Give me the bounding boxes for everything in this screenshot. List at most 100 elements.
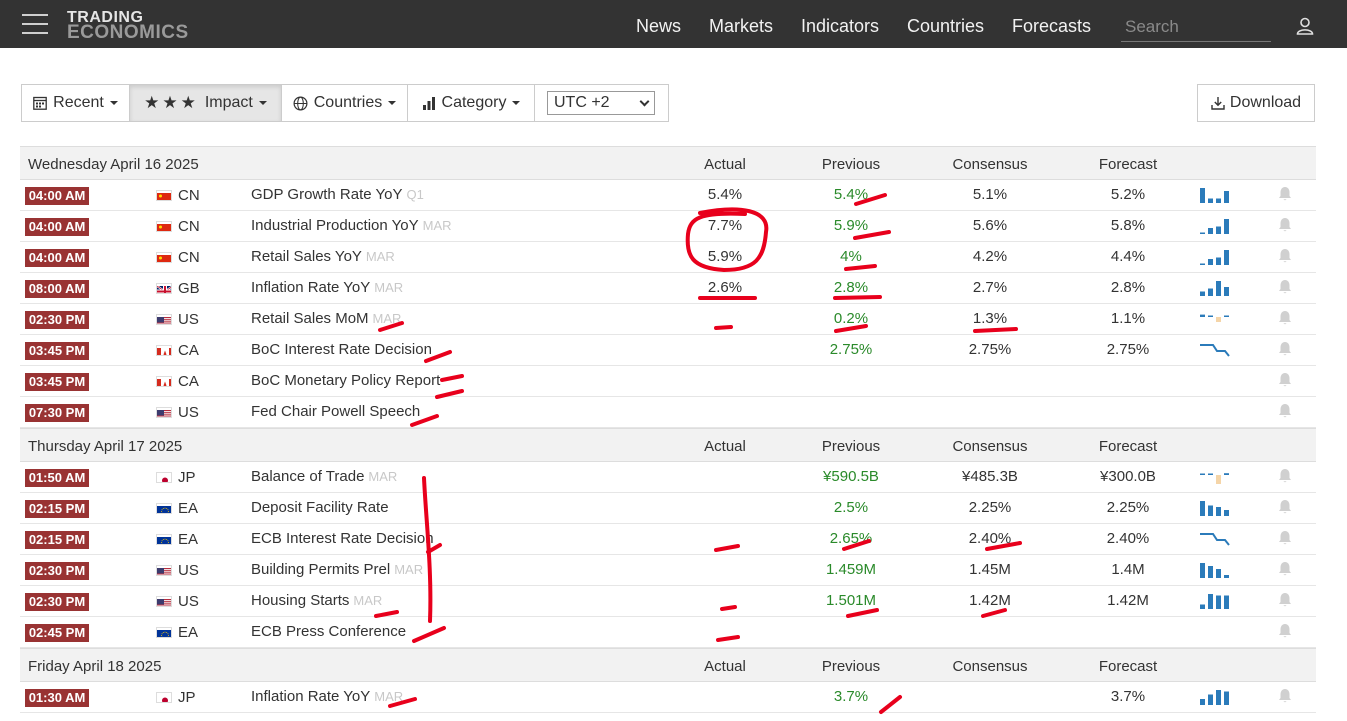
sparkline-bar bbox=[1208, 473, 1213, 475]
bell-icon[interactable] bbox=[1278, 279, 1292, 295]
download-label: Download bbox=[1229, 94, 1302, 111]
table-row[interactable]: 04:00 AM CN Industrial Production YoY MAR 7.… bbox=[20, 211, 1316, 242]
time-badge: 02:15 PM bbox=[25, 531, 89, 549]
sparkline-bar bbox=[1216, 690, 1221, 705]
table-row[interactable]: 02:15 PM EA ECB Interest Rate Decision 2.65… bbox=[20, 524, 1316, 555]
country-code: US bbox=[178, 593, 199, 610]
bell-icon[interactable] bbox=[1278, 561, 1292, 577]
event-name-link[interactable]: Inflation Rate YoY MAR bbox=[251, 688, 403, 705]
table-row[interactable]: 01:30 AM JP Inflation Rate YoY MAR 3.7% 3.7% bbox=[20, 682, 1316, 713]
column-header-previous[interactable]: Previous bbox=[791, 658, 911, 675]
hamburger-menu-icon[interactable] bbox=[22, 14, 48, 34]
column-header-consensus[interactable]: Consensus bbox=[930, 438, 1050, 455]
countries-label: Countries bbox=[313, 94, 383, 111]
column-header-actual[interactable]: Actual bbox=[665, 658, 785, 675]
column-header-previous[interactable]: Previous bbox=[791, 438, 911, 455]
bell-icon[interactable] bbox=[1278, 530, 1292, 546]
column-header-forecast[interactable]: Forecast bbox=[1068, 438, 1188, 455]
event-name: Retail Sales MoM bbox=[251, 310, 369, 327]
event-name: ECB Press Conference bbox=[251, 623, 407, 640]
countries-filter-button[interactable]: Countries bbox=[282, 85, 408, 121]
table-row[interactable]: 08:00 AM GB Inflation Rate YoY MAR 2.6% 2.8% 2… bbox=[20, 273, 1316, 304]
nav-indicators[interactable]: Indicators bbox=[801, 16, 879, 37]
timezone-value: UTC +2 bbox=[554, 94, 610, 111]
country-code: CN bbox=[178, 187, 200, 204]
event-name-link[interactable]: Deposit Facility Rate bbox=[251, 499, 389, 516]
event-name-link[interactable]: GDP Growth Rate YoY Q1 bbox=[251, 186, 424, 203]
time-badge: 04:00 AM bbox=[25, 249, 89, 267]
column-header-forecast[interactable]: Forecast bbox=[1068, 658, 1188, 675]
sparkline-bar bbox=[1224, 595, 1229, 609]
event-name-link[interactable]: Industrial Production YoY MAR bbox=[251, 217, 452, 234]
table-row[interactable]: 02:15 PM EA Deposit Facility Rate 2.5% 2.25%… bbox=[20, 493, 1316, 524]
bell-icon[interactable] bbox=[1278, 186, 1292, 202]
table-row[interactable]: 01:50 AM JP Balance of Trade MAR ¥590.5B ¥485… bbox=[20, 462, 1316, 493]
table-row[interactable]: 07:30 PM US Fed Chair Powell Speech bbox=[20, 397, 1316, 428]
category-filter-button[interactable]: Category bbox=[408, 85, 535, 121]
bell-icon[interactable] bbox=[1278, 623, 1292, 639]
column-header-actual[interactable]: Actual bbox=[665, 156, 785, 173]
search-input[interactable] bbox=[1121, 12, 1271, 42]
column-header-consensus[interactable]: Consensus bbox=[930, 658, 1050, 675]
table-row[interactable]: 03:45 PM CA BoC Interest Rate Decision 2.75… bbox=[20, 335, 1316, 366]
bell-icon[interactable] bbox=[1278, 217, 1292, 233]
table-row[interactable]: 02:30 PM US Housing Starts MAR 1.501M 1.42M 1.… bbox=[20, 586, 1316, 617]
sparkline-bar bbox=[1208, 594, 1213, 609]
event-name-link[interactable]: Balance of Trade MAR bbox=[251, 468, 397, 485]
sparkline-bar bbox=[1208, 566, 1213, 578]
event-name-link[interactable]: ECB Press Conference bbox=[251, 623, 406, 640]
consensus-value: ¥485.3B bbox=[962, 468, 1018, 485]
event-name-link[interactable]: Housing Starts MAR bbox=[251, 592, 382, 609]
flag-jp-icon bbox=[156, 472, 172, 483]
impact-filter-button[interactable]: ★★★ Impact bbox=[130, 85, 282, 121]
consensus-value: 2.25% bbox=[968, 499, 1012, 516]
bell-icon[interactable] bbox=[1278, 372, 1292, 388]
bell-icon[interactable] bbox=[1278, 688, 1292, 704]
event-name-link[interactable]: Retail Sales MoM MAR bbox=[251, 310, 401, 327]
logo[interactable]: TRADING ECONOMICS bbox=[67, 10, 189, 43]
timezone-select[interactable]: UTC +2 bbox=[547, 91, 655, 115]
event-name-link[interactable]: Building Permits Prel MAR bbox=[251, 561, 423, 578]
consensus-value: 5.6% bbox=[972, 217, 1008, 234]
bell-icon[interactable] bbox=[1278, 248, 1292, 264]
table-row[interactable]: 04:00 AM CN Retail Sales YoY MAR 5.9% 4% 4.2% 4… bbox=[20, 242, 1316, 273]
event-name-link[interactable]: Fed Chair Powell Speech bbox=[251, 403, 420, 420]
bell-icon[interactable] bbox=[1278, 468, 1292, 484]
column-header-actual[interactable]: Actual bbox=[665, 438, 785, 455]
bell-icon[interactable] bbox=[1278, 592, 1292, 608]
forecast-value: 2.75% bbox=[1106, 341, 1150, 358]
table-row[interactable]: 04:00 AM CN GDP Growth Rate YoY Q1 5.4% 5.4% 5… bbox=[20, 180, 1316, 211]
table-row[interactable]: 03:45 PM CA BoC Monetary Policy Report bbox=[20, 366, 1316, 397]
consensus-value: 2.40% bbox=[968, 530, 1012, 547]
event-name: Inflation Rate YoY bbox=[251, 688, 371, 705]
event-name-link[interactable]: BoC Monetary Policy Report bbox=[251, 372, 440, 389]
event-name-link[interactable]: ECB Interest Rate Decision bbox=[251, 530, 434, 547]
sparkline-bar bbox=[1208, 198, 1213, 203]
bell-icon[interactable] bbox=[1278, 341, 1292, 357]
table-row[interactable]: 02:30 PM US Retail Sales MoM MAR 0.2% 1.3% 1.1… bbox=[20, 304, 1316, 335]
download-button[interactable]: Download bbox=[1197, 84, 1315, 122]
user-icon[interactable] bbox=[1296, 17, 1314, 35]
recent-filter-button[interactable]: Recent bbox=[22, 85, 130, 121]
table-row[interactable]: 02:45 PM EA ECB Press Conference bbox=[20, 617, 1316, 648]
bar-chart-icon bbox=[422, 96, 435, 110]
bell-icon[interactable] bbox=[1278, 310, 1292, 326]
bell-icon[interactable] bbox=[1278, 499, 1292, 515]
table-row[interactable]: 02:30 PM US Building Permits Prel MAR 1.459M… bbox=[20, 555, 1316, 586]
nav-forecasts[interactable]: Forecasts bbox=[1012, 16, 1091, 37]
event-name-link[interactable]: Retail Sales YoY MAR bbox=[251, 248, 395, 265]
event-name-link[interactable]: BoC Interest Rate Decision bbox=[251, 341, 432, 358]
column-header-previous[interactable]: Previous bbox=[791, 156, 911, 173]
nav-news[interactable]: News bbox=[636, 16, 681, 37]
consensus-value: 5.1% bbox=[972, 186, 1008, 203]
sparkline-chart bbox=[1200, 281, 1229, 296]
actual-value: 5.4% bbox=[707, 186, 743, 203]
event-name-link[interactable]: Inflation Rate YoY MAR bbox=[251, 279, 403, 296]
event-name: Fed Chair Powell Speech bbox=[251, 403, 421, 420]
sparkline-bar bbox=[1200, 314, 1205, 317]
nav-markets[interactable]: Markets bbox=[709, 16, 773, 37]
column-header-consensus[interactable]: Consensus bbox=[930, 156, 1050, 173]
nav-countries[interactable]: Countries bbox=[907, 16, 984, 37]
bell-icon[interactable] bbox=[1278, 403, 1292, 419]
column-header-forecast[interactable]: Forecast bbox=[1068, 156, 1188, 173]
